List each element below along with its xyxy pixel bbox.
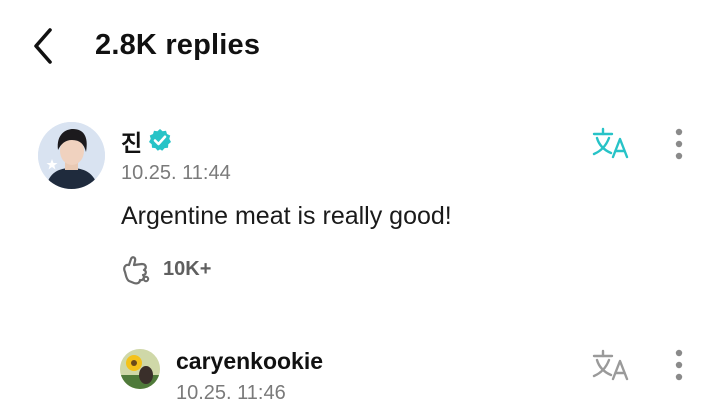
reply-avatar[interactable] <box>120 349 160 389</box>
avatar[interactable] <box>38 122 105 189</box>
reply-timestamp: 10.25. 11:46 <box>176 382 286 404</box>
comment-text: Argentine meat is really good! <box>121 202 452 230</box>
translate-icon[interactable] <box>592 348 632 382</box>
like-icon[interactable] <box>120 254 154 286</box>
verified-badge-icon <box>148 128 172 152</box>
reply-author: caryenkookie <box>176 348 324 374</box>
like-count: 10K+ <box>163 258 212 280</box>
chevron-left-icon <box>34 28 52 64</box>
more-vertical-icon[interactable] <box>671 348 687 384</box>
more-vertical-icon[interactable] <box>671 127 687 163</box>
back-button[interactable] <box>24 24 64 68</box>
translate-icon[interactable] <box>592 126 632 160</box>
profile-photo <box>38 122 105 189</box>
profile-photo <box>120 349 160 389</box>
comment-timestamp: 10.25. 11:44 <box>121 162 231 184</box>
comment-author: 진 <box>121 130 143 156</box>
page-title: 2.8K replies <box>95 29 261 61</box>
replies-screen: 2.8K replies 진 10.25. 11:44 Argentine me… <box>0 0 720 404</box>
